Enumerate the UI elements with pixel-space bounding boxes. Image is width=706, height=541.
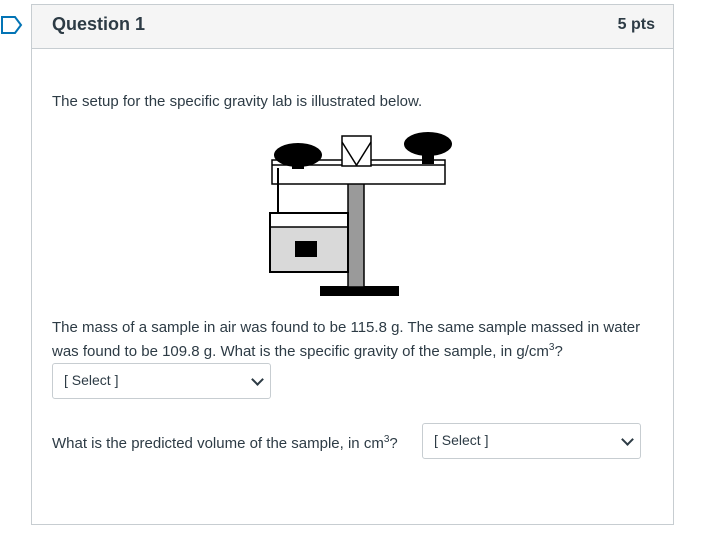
specific-gravity-setup-diagram (269, 132, 452, 296)
question-points: 5 pts (617, 16, 655, 33)
question-header: Question 1 5 pts (32, 5, 673, 49)
question-card: Question 1 5 pts The setup for the speci… (31, 4, 674, 525)
question-body: The mass of a sample in air was found to… (52, 319, 641, 360)
sample-block (295, 241, 317, 257)
balance-pointer-box (341, 135, 372, 167)
flag-bookmark-icon[interactable] (1, 16, 23, 34)
question-title: Question 1 (52, 14, 146, 34)
volume-select[interactable]: [ Select ] (422, 423, 641, 459)
specific-gravity-select[interactable]: [ Select ] (52, 363, 271, 399)
question-intro: The setup for the specific gravity lab i… (52, 93, 423, 110)
chevron-down-icon (251, 373, 264, 386)
volume-question: What is the predicted volume of the samp… (52, 434, 398, 453)
chevron-down-icon (621, 433, 634, 446)
